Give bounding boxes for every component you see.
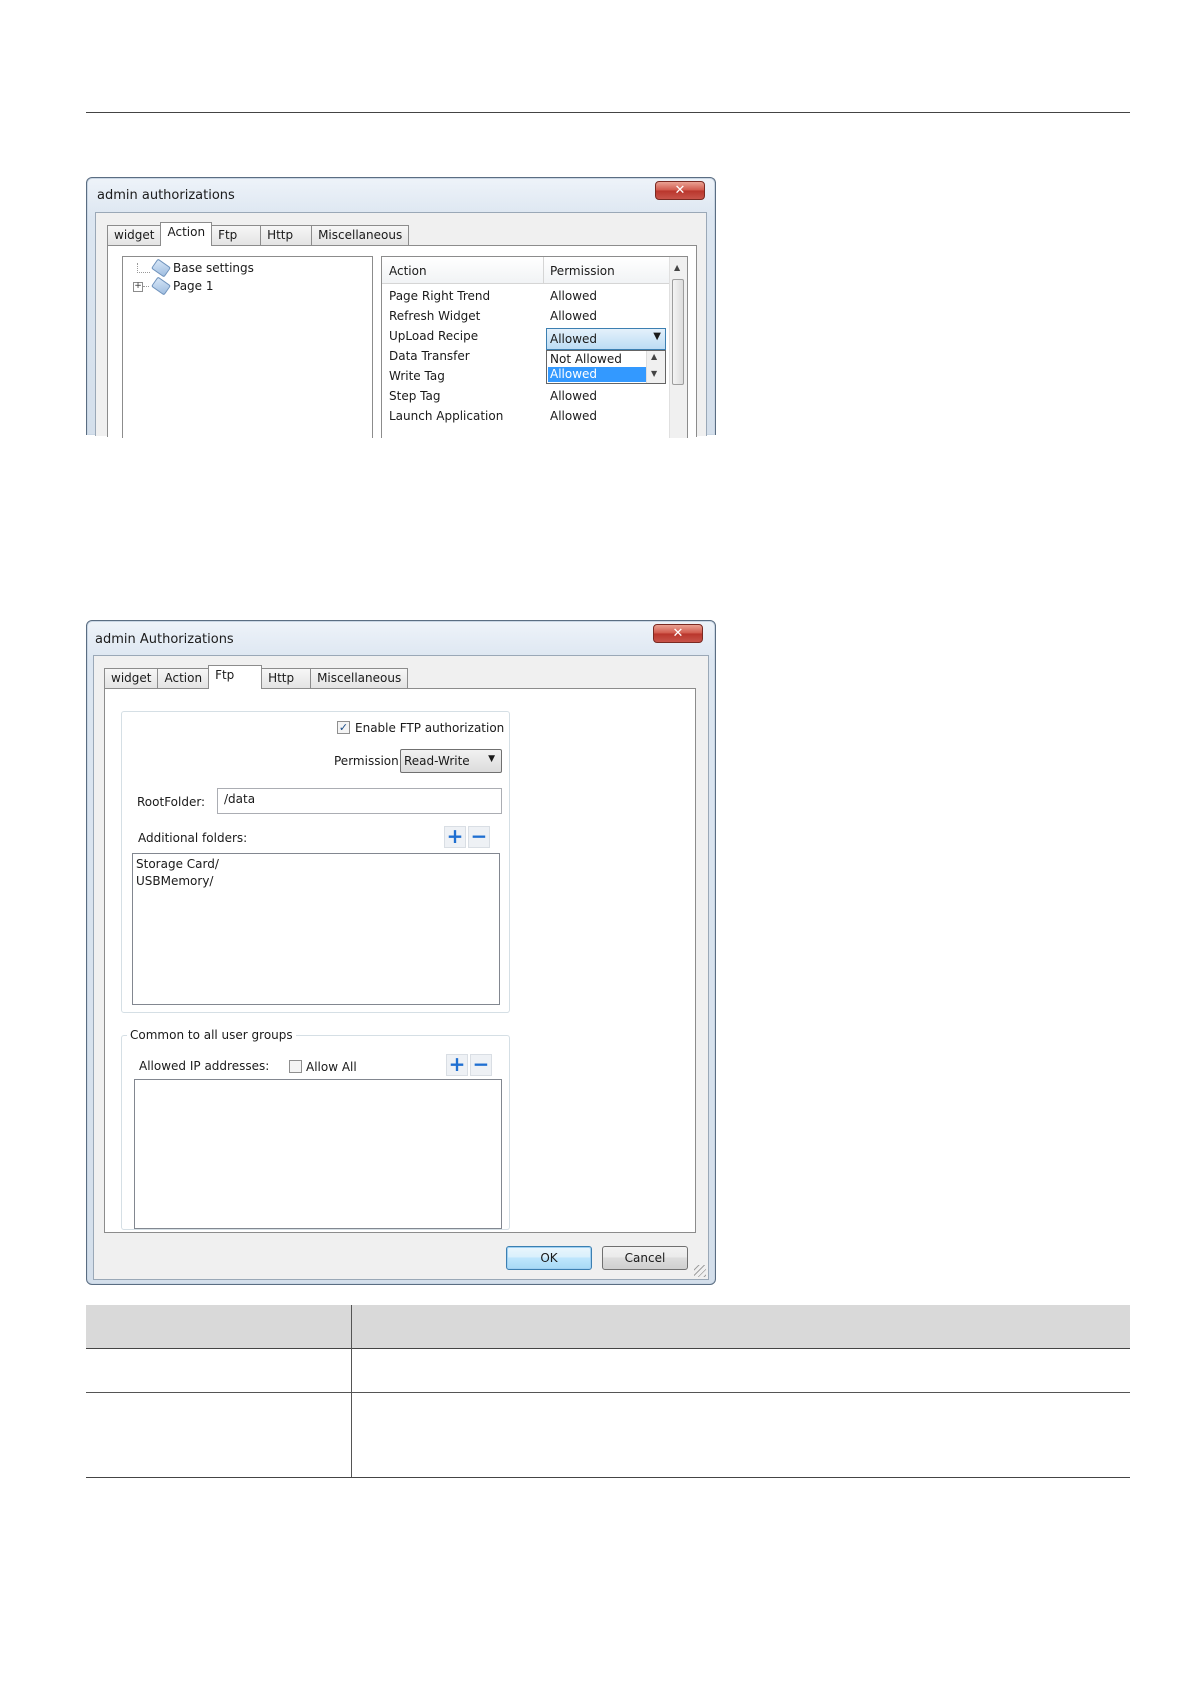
close-icon: ✕	[672, 626, 684, 641]
grid-header: Action Permission	[382, 257, 669, 284]
minus-icon: −	[472, 1052, 490, 1076]
table-column-divider	[351, 1305, 352, 1477]
tree-item-label: Page 1	[173, 279, 214, 293]
allowed-ip-label: Allowed IP addresses:	[139, 1059, 270, 1073]
additional-folders-list[interactable]: Storage Card/ USBMemory/	[132, 853, 500, 1005]
tag-icon	[151, 276, 171, 296]
page-header-rule	[86, 112, 1130, 113]
permission-select[interactable]: Read-Write ▼	[400, 749, 502, 773]
tab-widget[interactable]: widget	[104, 668, 159, 689]
common-user-groups-legend: Common to all user groups	[127, 1028, 296, 1042]
tag-icon	[151, 258, 171, 278]
dialog-client-area: widget Action Ftp Http Miscellaneous ✓ E…	[93, 655, 709, 1280]
grid-vertical-scrollbar[interactable]: ▲	[669, 257, 687, 438]
additional-folders-label: Additional folders:	[138, 831, 248, 845]
admin-authorizations-dialog-action: admin authorizations ✕ widget Action Ftp…	[86, 177, 716, 438]
table-row-divider	[86, 1392, 1130, 1393]
dialog-title: admin authorizations	[97, 188, 235, 203]
tab-widget[interactable]: widget	[107, 225, 162, 246]
scroll-down-icon[interactable]: ▼	[651, 369, 657, 378]
tab-http[interactable]: Http	[261, 668, 312, 689]
scrollbar-thumb[interactable]	[672, 279, 684, 385]
enable-ftp-label: Enable FTP authorization	[355, 721, 505, 735]
dropdown-option-not-allowed[interactable]: Not Allowed	[548, 352, 646, 367]
resize-grip-icon[interactable]	[694, 1265, 706, 1277]
root-folder-input[interactable]: /data	[217, 788, 502, 814]
expand-icon[interactable]: +	[133, 282, 143, 292]
close-icon: ✕	[674, 183, 686, 198]
admin-authorizations-dialog-ftp: admin Authorizations ✕ widget Action Ftp…	[86, 620, 716, 1285]
tab-ftp[interactable]: Ftp	[208, 665, 263, 689]
action-tab-panel: Base settings + Page 1 Action Permission…	[107, 245, 697, 438]
grid-cell-action[interactable]: Write Tag	[389, 369, 445, 383]
grid-cell-permission[interactable]: Allowed	[550, 289, 597, 303]
dialog-title: admin Authorizations	[95, 632, 234, 647]
grid-cell-action[interactable]: Step Tag	[389, 389, 440, 403]
page-tree: Base settings + Page 1	[122, 256, 373, 438]
enable-ftp-checkbox[interactable]: ✓	[337, 721, 350, 734]
plus-icon: +	[448, 1052, 466, 1076]
add-folder-button[interactable]: +	[444, 826, 466, 848]
grid-cell-action[interactable]: Data Transfer	[389, 349, 470, 363]
permission-label: Permission:	[334, 754, 403, 768]
plus-icon: +	[446, 824, 464, 848]
tree-item-base-settings[interactable]: Base settings	[151, 258, 254, 278]
chevron-down-icon: ▼	[488, 754, 495, 764]
combobox-value: Allowed	[550, 332, 598, 346]
scroll-up-icon[interactable]: ▲	[674, 263, 680, 272]
allowed-ip-list[interactable]	[134, 1079, 502, 1229]
add-ip-button[interactable]: +	[446, 1054, 468, 1076]
column-header-action[interactable]: Action	[389, 264, 427, 278]
tab-http[interactable]: Http	[260, 225, 313, 246]
minus-icon: −	[470, 824, 488, 848]
allow-all-label: Allow All	[306, 1060, 357, 1074]
list-item[interactable]: USBMemory/	[136, 874, 213, 888]
permission-select-value: Read-Write	[404, 754, 470, 768]
scroll-up-icon[interactable]: ▲	[651, 352, 657, 361]
ok-button[interactable]: OK	[506, 1246, 592, 1270]
grid-cell-action[interactable]: UpLoad Recipe	[389, 329, 478, 343]
ftp-settings-group: ✓ Enable FTP authorization Permission: R…	[121, 711, 510, 1013]
common-user-groups-group: Common to all user groups Allowed IP add…	[121, 1028, 510, 1230]
ftp-tab-panel: ✓ Enable FTP authorization Permission: R…	[104, 688, 696, 1233]
cancel-button[interactable]: Cancel	[602, 1246, 688, 1270]
tab-strip: widget Action Ftp Http Miscellaneous	[107, 222, 410, 246]
remove-folder-button[interactable]: −	[468, 826, 490, 848]
grid-cell-action[interactable]: Refresh Widget	[389, 309, 480, 323]
tab-action[interactable]: Action	[157, 668, 210, 689]
tab-ftp[interactable]: Ftp	[211, 225, 262, 246]
list-item[interactable]: Storage Card/	[136, 857, 219, 871]
tab-action[interactable]: Action	[160, 222, 213, 246]
chevron-down-icon[interactable]: ▼	[653, 331, 661, 342]
close-button[interactable]: ✕	[653, 624, 703, 643]
table-header-row	[86, 1305, 1130, 1349]
grid-cell-action[interactable]: Page Right Trend	[389, 289, 490, 303]
grid-cell-permission[interactable]: Allowed	[550, 389, 597, 403]
column-header-permission[interactable]: Permission	[550, 264, 615, 278]
root-folder-label: RootFolder:	[137, 795, 206, 809]
tab-strip: widget Action Ftp Http Miscellaneous	[104, 665, 409, 689]
close-button[interactable]: ✕	[655, 181, 705, 200]
permissions-grid: Action Permission Page Right Trend Allowe…	[381, 256, 688, 438]
grid-cell-permission[interactable]: Allowed	[550, 309, 597, 323]
grid-cell-action[interactable]: Launch Application	[389, 409, 503, 423]
table-row-divider	[86, 1477, 1130, 1478]
remove-ip-button[interactable]: −	[470, 1054, 492, 1076]
grid-cell-permission[interactable]: Allowed	[550, 409, 597, 423]
tab-miscellaneous[interactable]: Miscellaneous	[311, 225, 410, 246]
tree-item-label: Base settings	[173, 261, 254, 275]
permission-dropdown-list: Not Allowed Allowed ▲ ▼	[546, 350, 666, 384]
dialog-client-area: widget Action Ftp Http Miscellaneous Bas…	[95, 212, 707, 438]
tree-item-page-1[interactable]: Page 1	[151, 276, 214, 296]
allow-all-checkbox[interactable]	[289, 1060, 302, 1073]
permission-combobox[interactable]: Allowed ▼	[546, 328, 666, 350]
tab-miscellaneous[interactable]: Miscellaneous	[310, 668, 409, 689]
root-folder-value: /data	[224, 792, 256, 806]
dropdown-option-allowed[interactable]: Allowed	[548, 367, 646, 382]
